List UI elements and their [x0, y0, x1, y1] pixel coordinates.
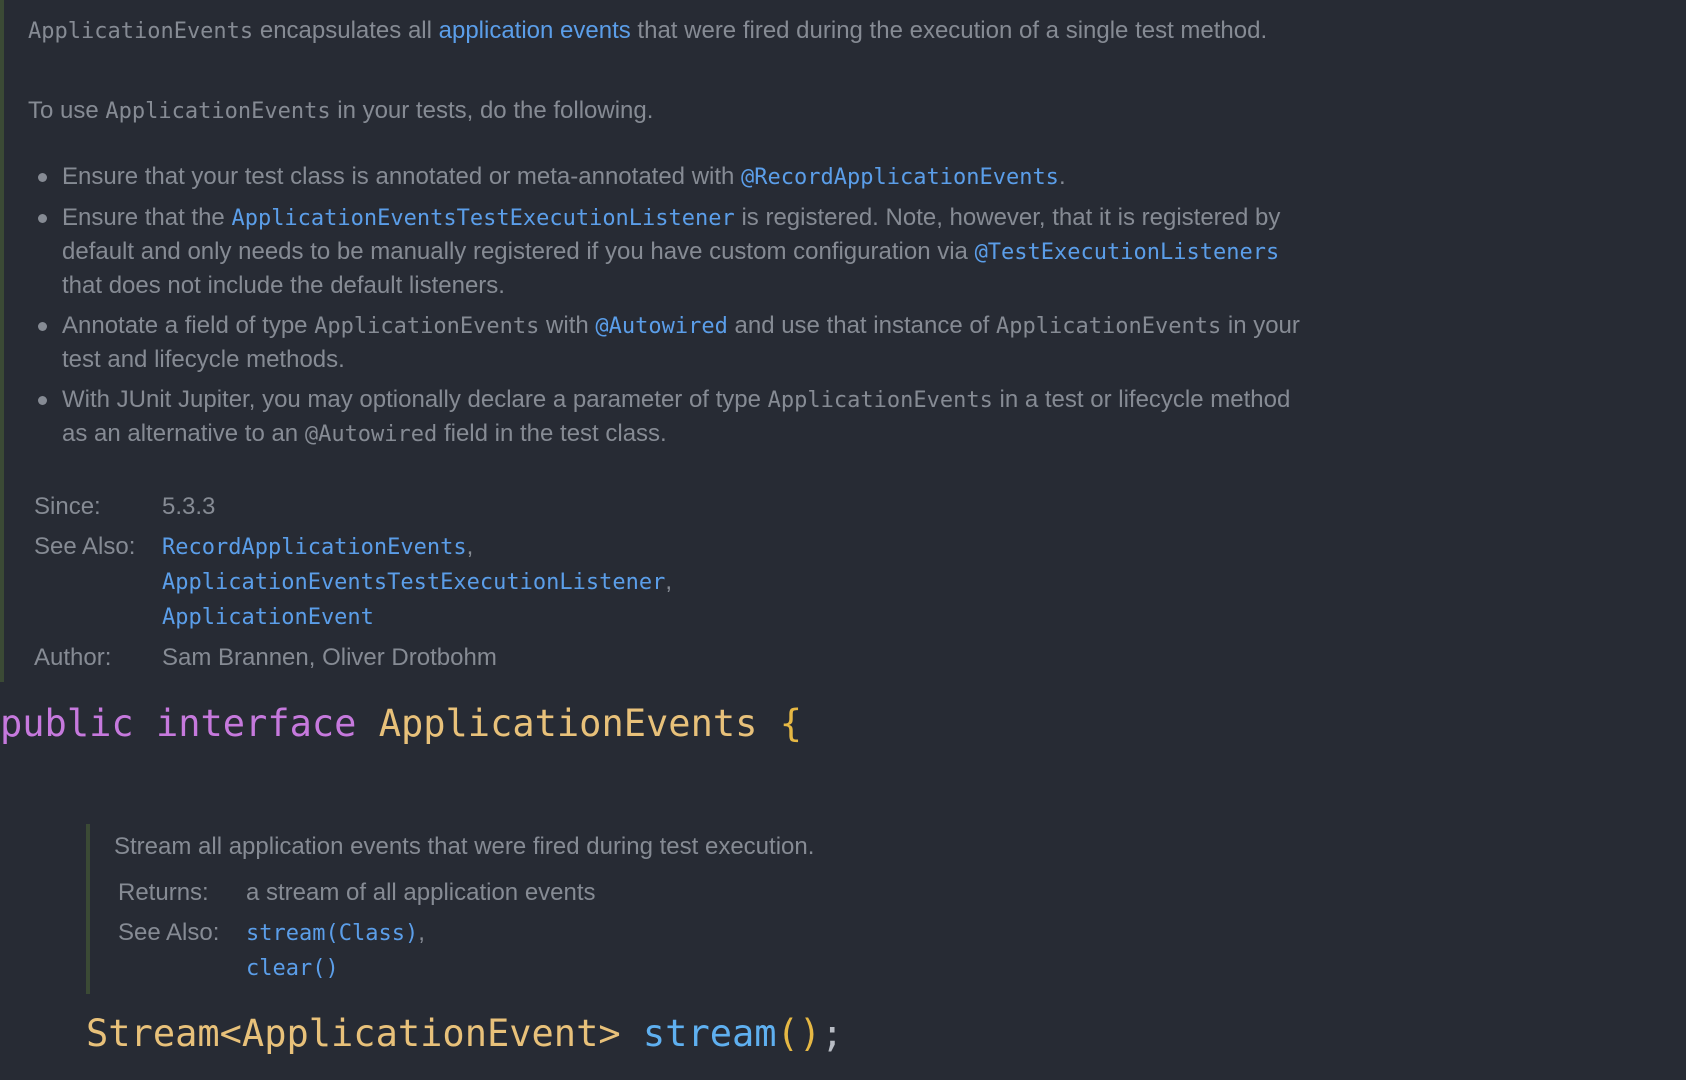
- see-also-list: RecordApplicationEvents, ApplicationEven…: [162, 524, 672, 635]
- see-also-link[interactable]: ApplicationEventsTestExecutionListener: [162, 570, 665, 595]
- code-applicationevents: ApplicationEvents: [314, 314, 540, 339]
- comma: ,: [665, 568, 672, 595]
- see-also-link[interactable]: ApplicationEvent: [162, 605, 374, 630]
- comma: ,: [466, 533, 474, 560]
- interface-declaration-line[interactable]: public interface ApplicationEvents {: [0, 702, 802, 746]
- bullet-item: With JUnit Jupiter, you may optionally d…: [28, 383, 1318, 451]
- code-applicationevents: ApplicationEvents: [105, 99, 331, 124]
- see-also-row: See Also: RecordApplicationEvents, Appli…: [34, 524, 672, 635]
- see-also-list: stream(Class), clear(): [246, 910, 596, 986]
- class-doc-tags: Since: 5.3.3 See Also: RecordApplication…: [34, 490, 672, 675]
- parentheses: (): [776, 1012, 822, 1055]
- text: Ensure that your test class is annotated…: [62, 163, 742, 190]
- since-row: Since: 5.3.3: [34, 490, 672, 524]
- see-also-link[interactable]: clear(): [246, 956, 339, 981]
- see-also-link[interactable]: RecordApplicationEvents: [162, 535, 467, 560]
- method-name[interactable]: stream: [643, 1012, 777, 1055]
- text: With JUnit Jupiter, you may optionally d…: [62, 386, 768, 413]
- code-applicationevents: ApplicationEvents: [767, 388, 993, 413]
- see-also-row: See Also: stream(Class), clear(): [118, 910, 596, 986]
- text: Annotate a field of type: [62, 312, 315, 339]
- return-type[interactable]: Stream<ApplicationEvent>: [86, 1012, 621, 1055]
- author-label: Author:: [34, 644, 112, 671]
- text: with: [539, 312, 596, 339]
- text: Ensure that the: [62, 204, 232, 231]
- comma: ,: [418, 919, 425, 946]
- since-value: 5.3.3: [162, 493, 216, 520]
- bullet-item: Ensure that your test class is annotated…: [28, 160, 1318, 194]
- class-doc-paragraph-1: ApplicationEvents encapsulates all appli…: [28, 14, 1318, 48]
- returns-value: a stream of all application events: [246, 879, 596, 906]
- usage-bullet-list: Ensure that your test class is annotated…: [28, 160, 1318, 458]
- see-also-link[interactable]: stream(Class): [246, 921, 418, 946]
- returns-label: Returns:: [118, 879, 209, 906]
- bullet-item: Annotate a field of type ApplicationEven…: [28, 309, 1318, 376]
- text: that were fired during the execution of …: [630, 17, 1268, 44]
- text: that does not include the default listen…: [62, 272, 505, 299]
- author-value: Sam Brannen, Oliver Drotbohm: [162, 644, 497, 671]
- method-doc-summary: Stream all application events that were …: [114, 833, 815, 860]
- interface-name[interactable]: ApplicationEvents: [379, 702, 758, 745]
- see-also-label: See Also:: [34, 533, 136, 560]
- text: encapsulates all: [253, 17, 439, 44]
- text: To use: [28, 97, 106, 124]
- text: field in the test class.: [437, 420, 667, 447]
- text: and use that instance of: [727, 312, 997, 339]
- keyword-public: public: [0, 702, 134, 745]
- link-test-execution-listeners[interactable]: @TestExecutionListeners: [975, 240, 1280, 265]
- code-autowired: @Autowired: [304, 422, 438, 447]
- link-application-events-test-execution-listener[interactable]: ApplicationEventsTestExecutionListener: [231, 206, 734, 231]
- class-doc-paragraph-2: To use ApplicationEvents in your tests, …: [28, 94, 1318, 128]
- bullet-dot-icon: [38, 396, 47, 405]
- class-doc-comment: ApplicationEvents encapsulates all appli…: [0, 0, 1320, 682]
- link-application-events[interactable]: application events: [439, 17, 631, 44]
- semicolon: ;: [821, 1012, 844, 1055]
- link-autowired[interactable]: @Autowired: [595, 314, 727, 339]
- code-applicationevents: ApplicationEvents: [28, 19, 254, 44]
- see-also-label: See Also:: [118, 919, 220, 946]
- bullet-dot-icon: [38, 214, 47, 223]
- text: .: [1058, 163, 1066, 190]
- returns-row: Returns: a stream of all application eve…: [118, 876, 596, 910]
- open-brace: {: [779, 702, 802, 745]
- method-doc-tags: Returns: a stream of all application eve…: [118, 876, 596, 986]
- code-applicationevents: ApplicationEvents: [996, 314, 1222, 339]
- text: in your tests, do the following.: [330, 97, 654, 124]
- since-label: Since:: [34, 493, 101, 520]
- bullet-dot-icon: [38, 173, 47, 182]
- keyword-interface: interface: [155, 702, 357, 745]
- method-doc-comment: Stream all application events that were …: [86, 824, 1186, 994]
- stream-method-declaration-line[interactable]: Stream<ApplicationEvent> stream();: [86, 1012, 843, 1056]
- link-record-application-events[interactable]: @RecordApplicationEvents: [741, 165, 1059, 190]
- author-row: Author: Sam Brannen, Oliver Drotbohm: [34, 635, 672, 675]
- bullet-item: Ensure that the ApplicationEventsTestExe…: [28, 201, 1318, 302]
- bullet-dot-icon: [38, 322, 47, 331]
